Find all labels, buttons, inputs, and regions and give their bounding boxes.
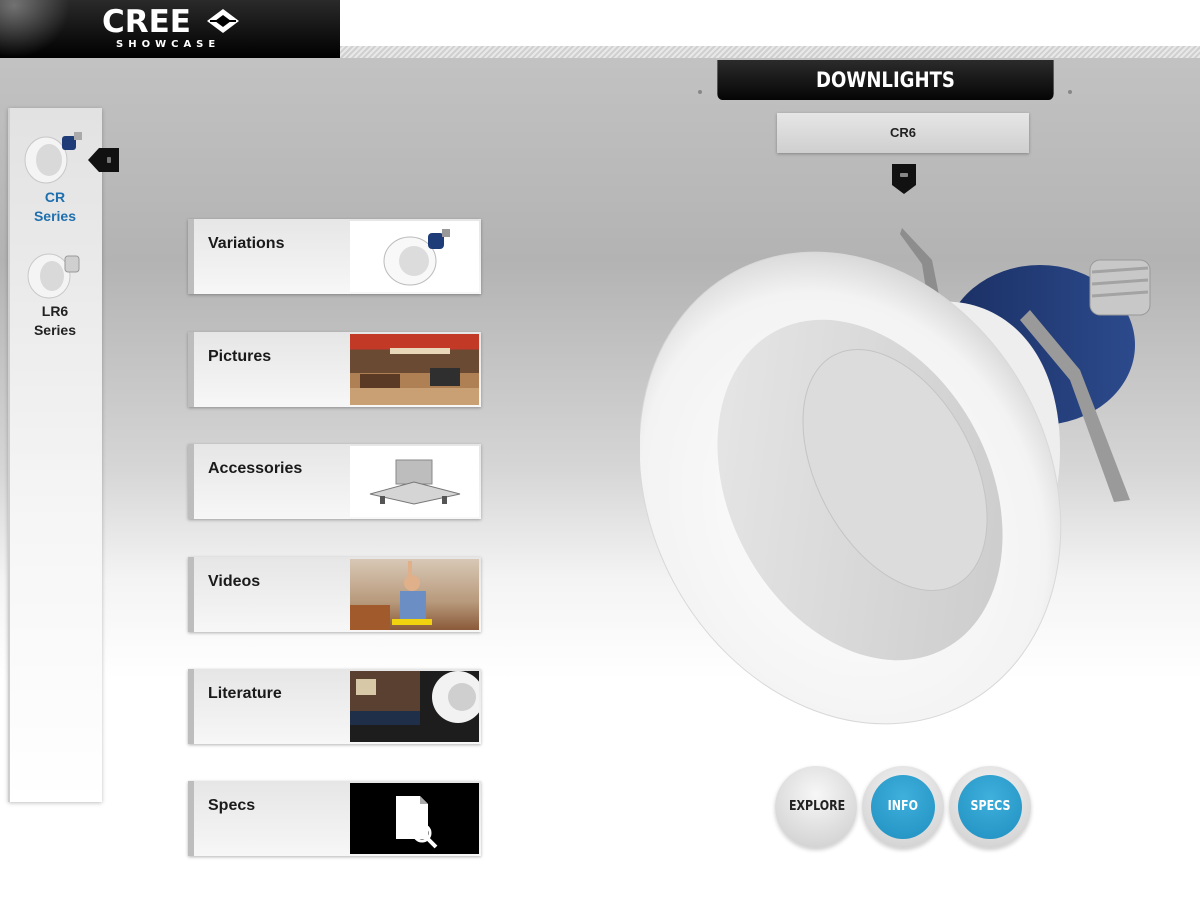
category-label: Accessories — [208, 460, 303, 477]
category-button-accessories[interactable]: Accessories — [188, 444, 481, 519]
series-item-lr6[interactable]: LR6 Series — [10, 246, 100, 340]
specs-label: SPECS — [970, 799, 1010, 814]
series-selector-arrow-icon — [88, 148, 119, 172]
cr6-downlight-product-image — [640, 228, 1151, 725]
category-label: Variations — [208, 235, 285, 252]
interior-photo — [350, 334, 479, 405]
brand-subtitle: SHOWCASE — [116, 39, 221, 50]
category-button-pictures[interactable]: Pictures — [188, 332, 481, 407]
series-item-cr[interactable]: CR Series — [10, 130, 100, 226]
cree-logo-icon — [207, 9, 239, 33]
category-button-literature[interactable]: Literature — [188, 669, 481, 744]
document-search-icon — [350, 783, 479, 854]
category-button-videos[interactable]: Videos — [188, 557, 481, 632]
model-pointer-arrow-icon — [892, 164, 916, 194]
category-label: Literature — [208, 685, 282, 702]
downlight-variation-icon — [350, 221, 479, 292]
lr6-downlight-thumb-icon — [27, 253, 80, 299]
series-sidebar: CR Series LR6 Series — [8, 108, 102, 802]
brand-logo: CREE SHOWCASE — [0, 0, 340, 58]
info-label: INFO — [887, 799, 919, 814]
explore-button[interactable]: EXPLORE — [775, 766, 857, 848]
product-category-title: DOWNLIGHTS — [816, 68, 955, 92]
series-label-cr: CR Series — [33, 189, 77, 224]
model-selector[interactable]: CR6 — [777, 113, 1029, 153]
series-label-lr6: LR6 Series — [33, 303, 77, 338]
cr-downlight-thumb-icon — [24, 132, 82, 184]
mounting-frame-photo — [350, 446, 479, 517]
product-category-header: DOWNLIGHTS — [717, 60, 1054, 100]
category-label: Specs — [208, 797, 256, 814]
specs-button[interactable]: SPECS — [949, 766, 1031, 848]
info-button[interactable]: INFO — [862, 766, 944, 848]
brochure-photo — [350, 671, 479, 742]
rivet-decoration — [1068, 90, 1072, 94]
category-button-specs[interactable]: Specs — [188, 781, 481, 856]
top-bar-stripe — [340, 46, 1200, 58]
rivet-decoration — [698, 90, 702, 94]
category-label: Videos — [208, 573, 261, 590]
model-name: CR6 — [889, 125, 916, 140]
brand-name: CREE — [102, 4, 191, 40]
explore-label: EXPLORE — [788, 799, 846, 814]
category-button-variations[interactable]: Variations — [188, 219, 481, 294]
install-video-photo — [350, 559, 479, 630]
category-label: Pictures — [208, 348, 272, 365]
